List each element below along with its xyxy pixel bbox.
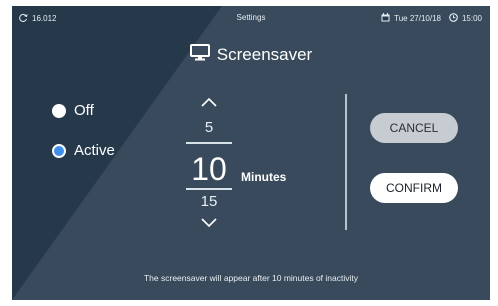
option-active[interactable]: Active	[52, 142, 115, 159]
radio-off-icon	[52, 103, 66, 118]
option-off[interactable]: Off	[52, 102, 94, 119]
chevron-up-icon	[201, 97, 217, 107]
next-value: 15	[200, 193, 218, 210]
info-message: The screensaver will appear after 10 min…	[143, 273, 358, 283]
unit-label: Minutes	[241, 170, 287, 184]
confirm-button[interactable]: CONFIRM	[370, 173, 458, 203]
page-header: Screensaver	[12, 44, 490, 66]
picker-divider-top	[186, 142, 232, 144]
option-active-label: Active	[74, 142, 115, 159]
option-off-label: Off	[74, 102, 94, 119]
vertical-divider	[345, 94, 347, 230]
decrease-button[interactable]	[194, 214, 224, 232]
increase-button[interactable]	[194, 94, 224, 112]
current-value: 10	[191, 151, 227, 187]
clock-icon	[449, 13, 458, 24]
previous-value: 5	[204, 119, 214, 136]
calendar-icon	[381, 13, 390, 24]
cancel-button[interactable]: CANCEL	[370, 113, 458, 143]
date-text: Tue 27/10/18	[394, 14, 441, 23]
monitor-icon	[189, 44, 210, 66]
status-bar: 16.012 Settings Tue 27/10/18 15:00	[12, 6, 490, 28]
date-time: Tue 27/10/18 15:00	[381, 13, 482, 24]
page-title: Screensaver	[216, 45, 313, 64]
chevron-down-icon	[201, 218, 217, 228]
picker-divider-bottom	[186, 188, 232, 190]
time-text: 15:00	[461, 14, 482, 23]
screensaver-settings-screen: 16.012 Settings Tue 27/10/18 15:00 Scree…	[12, 6, 490, 300]
radio-active-icon	[52, 143, 66, 158]
